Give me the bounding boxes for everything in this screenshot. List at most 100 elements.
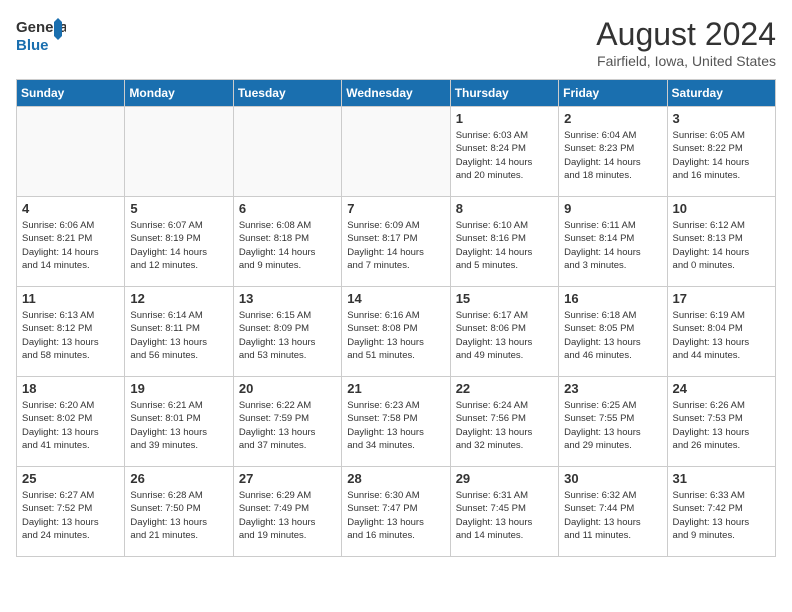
- day-number: 19: [130, 381, 227, 396]
- calendar-cell: 10 Sunrise: 6:12 AM Sunset: 8:13 PM Dayli…: [667, 197, 775, 287]
- calendar-cell: 9 Sunrise: 6:11 AM Sunset: 8:14 PM Daylig…: [559, 197, 667, 287]
- day-number: 9: [564, 201, 661, 216]
- calendar-cell: 16 Sunrise: 6:18 AM Sunset: 8:05 PM Dayli…: [559, 287, 667, 377]
- day-info: Sunrise: 6:16 AM Sunset: 8:08 PM Dayligh…: [347, 309, 444, 362]
- calendar-table: SundayMondayTuesdayWednesdayThursdayFrid…: [16, 79, 776, 557]
- day-number: 20: [239, 381, 336, 396]
- calendar-cell: 2 Sunrise: 6:04 AM Sunset: 8:23 PM Daylig…: [559, 107, 667, 197]
- svg-text:Blue: Blue: [16, 37, 49, 54]
- calendar-cell: 19 Sunrise: 6:21 AM Sunset: 8:01 PM Dayli…: [125, 377, 233, 467]
- day-number: 7: [347, 201, 444, 216]
- day-info: Sunrise: 6:08 AM Sunset: 8:18 PM Dayligh…: [239, 219, 336, 272]
- day-info: Sunrise: 6:13 AM Sunset: 8:12 PM Dayligh…: [22, 309, 119, 362]
- day-number: 8: [456, 201, 553, 216]
- day-info: Sunrise: 6:04 AM Sunset: 8:23 PM Dayligh…: [564, 129, 661, 182]
- calendar-cell: 24 Sunrise: 6:26 AM Sunset: 7:53 PM Dayli…: [667, 377, 775, 467]
- page-header: GeneralBlue August 2024 Fairfield, Iowa,…: [16, 16, 776, 69]
- day-number: 30: [564, 471, 661, 486]
- day-info: Sunrise: 6:26 AM Sunset: 7:53 PM Dayligh…: [673, 399, 770, 452]
- calendar-cell: 3 Sunrise: 6:05 AM Sunset: 8:22 PM Daylig…: [667, 107, 775, 197]
- day-info: Sunrise: 6:28 AM Sunset: 7:50 PM Dayligh…: [130, 489, 227, 542]
- calendar-week-2: 4 Sunrise: 6:06 AM Sunset: 8:21 PM Daylig…: [17, 197, 776, 287]
- calendar-cell: 20Sunrise: 6:22 AM Sunset: 7:59 PM Dayli…: [233, 377, 341, 467]
- day-number: 17: [673, 291, 770, 306]
- day-info: Sunrise: 6:12 AM Sunset: 8:13 PM Dayligh…: [673, 219, 770, 272]
- day-info: Sunrise: 6:15 AM Sunset: 8:09 PM Dayligh…: [239, 309, 336, 362]
- calendar-cell: 22Sunrise: 6:24 AM Sunset: 7:56 PM Dayli…: [450, 377, 558, 467]
- day-info: Sunrise: 6:05 AM Sunset: 8:22 PM Dayligh…: [673, 129, 770, 182]
- day-number: 29: [456, 471, 553, 486]
- day-info: Sunrise: 6:20 AM Sunset: 8:02 PM Dayligh…: [22, 399, 119, 452]
- day-header-saturday: Saturday: [667, 80, 775, 107]
- day-header-monday: Monday: [125, 80, 233, 107]
- location: Fairfield, Iowa, United States: [596, 53, 776, 69]
- calendar-cell: [17, 107, 125, 197]
- day-header-sunday: Sunday: [17, 80, 125, 107]
- day-info: Sunrise: 6:19 AM Sunset: 8:04 PM Dayligh…: [673, 309, 770, 362]
- calendar-week-5: 25 Sunrise: 6:27 AM Sunset: 7:52 PM Dayli…: [17, 467, 776, 557]
- calendar-cell: 6Sunrise: 6:08 AM Sunset: 8:18 PM Daylig…: [233, 197, 341, 287]
- day-number: 26: [130, 471, 227, 486]
- day-number: 12: [130, 291, 227, 306]
- day-number: 15: [456, 291, 553, 306]
- calendar-cell: 4 Sunrise: 6:06 AM Sunset: 8:21 PM Daylig…: [17, 197, 125, 287]
- day-header-friday: Friday: [559, 80, 667, 107]
- calendar-cell: 12 Sunrise: 6:14 AM Sunset: 8:11 PM Dayli…: [125, 287, 233, 377]
- calendar-cell: 8 Sunrise: 6:10 AM Sunset: 8:16 PM Daylig…: [450, 197, 558, 287]
- day-info: Sunrise: 6:17 AM Sunset: 8:06 PM Dayligh…: [456, 309, 553, 362]
- title-block: August 2024 Fairfield, Iowa, United Stat…: [596, 16, 776, 69]
- calendar-week-4: 18 Sunrise: 6:20 AM Sunset: 8:02 PM Dayli…: [17, 377, 776, 467]
- day-header-tuesday: Tuesday: [233, 80, 341, 107]
- day-number: 31: [673, 471, 770, 486]
- calendar-week-1: 1Sunrise: 6:03 AM Sunset: 8:24 PM Daylig…: [17, 107, 776, 197]
- calendar-cell: 1Sunrise: 6:03 AM Sunset: 8:24 PM Daylig…: [450, 107, 558, 197]
- day-header-thursday: Thursday: [450, 80, 558, 107]
- calendar-cell: 17 Sunrise: 6:19 AM Sunset: 8:04 PM Dayli…: [667, 287, 775, 377]
- day-number: 3: [673, 111, 770, 126]
- day-number: 27: [239, 471, 336, 486]
- day-info: Sunrise: 6:31 AM Sunset: 7:45 PM Dayligh…: [456, 489, 553, 542]
- logo: GeneralBlue: [16, 16, 66, 58]
- day-info: Sunrise: 6:18 AM Sunset: 8:05 PM Dayligh…: [564, 309, 661, 362]
- calendar-cell: 21Sunrise: 6:23 AM Sunset: 7:58 PM Dayli…: [342, 377, 450, 467]
- day-info: Sunrise: 6:11 AM Sunset: 8:14 PM Dayligh…: [564, 219, 661, 272]
- calendar-week-3: 11Sunrise: 6:13 AM Sunset: 8:12 PM Dayli…: [17, 287, 776, 377]
- day-info: Sunrise: 6:21 AM Sunset: 8:01 PM Dayligh…: [130, 399, 227, 452]
- month-title: August 2024: [596, 16, 776, 53]
- calendar-cell: 13 Sunrise: 6:15 AM Sunset: 8:09 PM Dayli…: [233, 287, 341, 377]
- day-info: Sunrise: 6:33 AM Sunset: 7:42 PM Dayligh…: [673, 489, 770, 542]
- calendar-cell: 26 Sunrise: 6:28 AM Sunset: 7:50 PM Dayli…: [125, 467, 233, 557]
- day-info: Sunrise: 6:32 AM Sunset: 7:44 PM Dayligh…: [564, 489, 661, 542]
- day-number: 4: [22, 201, 119, 216]
- day-info: Sunrise: 6:06 AM Sunset: 8:21 PM Dayligh…: [22, 219, 119, 272]
- day-number: 18: [22, 381, 119, 396]
- day-number: 14: [347, 291, 444, 306]
- calendar-cell: [233, 107, 341, 197]
- day-number: 2: [564, 111, 661, 126]
- calendar-cell: 14 Sunrise: 6:16 AM Sunset: 8:08 PM Dayli…: [342, 287, 450, 377]
- calendar-cell: 29 Sunrise: 6:31 AM Sunset: 7:45 PM Dayli…: [450, 467, 558, 557]
- calendar-cell: 25 Sunrise: 6:27 AM Sunset: 7:52 PM Dayli…: [17, 467, 125, 557]
- calendar-cell: 7 Sunrise: 6:09 AM Sunset: 8:17 PM Daylig…: [342, 197, 450, 287]
- calendar-cell: 31 Sunrise: 6:33 AM Sunset: 7:42 PM Dayli…: [667, 467, 775, 557]
- day-number: 1: [456, 111, 553, 126]
- day-info: Sunrise: 6:10 AM Sunset: 8:16 PM Dayligh…: [456, 219, 553, 272]
- calendar-cell: 18 Sunrise: 6:20 AM Sunset: 8:02 PM Dayli…: [17, 377, 125, 467]
- day-info: Sunrise: 6:30 AM Sunset: 7:47 PM Dayligh…: [347, 489, 444, 542]
- day-number: 16: [564, 291, 661, 306]
- day-info: Sunrise: 6:09 AM Sunset: 8:17 PM Dayligh…: [347, 219, 444, 272]
- calendar-cell: 27Sunrise: 6:29 AM Sunset: 7:49 PM Dayli…: [233, 467, 341, 557]
- day-number: 24: [673, 381, 770, 396]
- calendar-cell: 15 Sunrise: 6:17 AM Sunset: 8:06 PM Dayli…: [450, 287, 558, 377]
- day-info: Sunrise: 6:07 AM Sunset: 8:19 PM Dayligh…: [130, 219, 227, 272]
- day-number: 22: [456, 381, 553, 396]
- day-info: Sunrise: 6:23 AM Sunset: 7:58 PM Dayligh…: [347, 399, 444, 452]
- day-info: Sunrise: 6:25 AM Sunset: 7:55 PM Dayligh…: [564, 399, 661, 452]
- day-info: Sunrise: 6:27 AM Sunset: 7:52 PM Dayligh…: [22, 489, 119, 542]
- day-number: 25: [22, 471, 119, 486]
- day-number: 10: [673, 201, 770, 216]
- day-number: 13: [239, 291, 336, 306]
- day-info: Sunrise: 6:14 AM Sunset: 8:11 PM Dayligh…: [130, 309, 227, 362]
- calendar-cell: 30 Sunrise: 6:32 AM Sunset: 7:44 PM Dayli…: [559, 467, 667, 557]
- calendar-cell: 28Sunrise: 6:30 AM Sunset: 7:47 PM Dayli…: [342, 467, 450, 557]
